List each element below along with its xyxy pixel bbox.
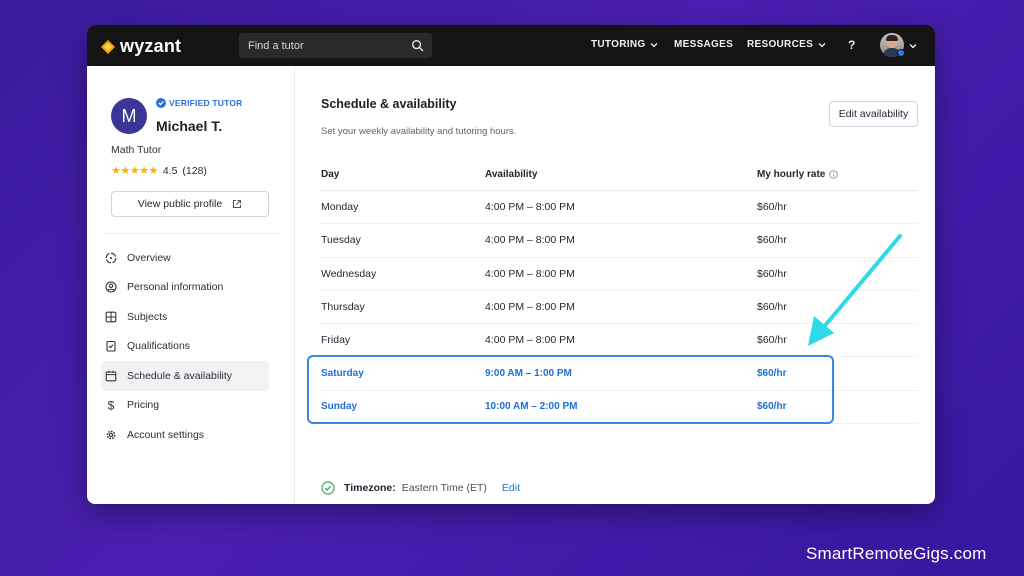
search-input[interactable] <box>248 39 398 52</box>
sidebar-item-label: Account settings <box>127 428 205 441</box>
timezone-edit-link[interactable]: Edit <box>502 482 520 494</box>
info-icon[interactable] <box>829 169 839 179</box>
row-rate: $60/hr <box>757 234 787 247</box>
row-availability: 4:00 PM – 8:00 PM <box>485 267 575 280</box>
overview-icon <box>105 252 117 264</box>
nav-messages[interactable]: MESSAGES <box>674 39 733 50</box>
sidebar-item-schedule-availability[interactable]: Schedule & availability <box>101 361 269 391</box>
nav-resources[interactable]: RESOURCES <box>747 39 826 50</box>
header-rate-label: My hourly rate <box>757 168 826 180</box>
nav-tutoring[interactable]: TUTORING <box>591 39 658 50</box>
row-rate: $60/hr <box>757 267 787 280</box>
sidebar-item-pricing[interactable]: $ Pricing <box>101 391 269 421</box>
svg-text:$: $ <box>108 399 115 411</box>
row-day: Saturday <box>321 368 364 380</box>
timezone-value: Eastern Time (ET) <box>401 482 487 494</box>
row-availability: 10:00 AM – 2:00 PM <box>485 401 578 413</box>
timezone-row: Timezone: Eastern Time (ET) Edit <box>321 481 520 495</box>
avatar-verified-badge <box>897 49 905 57</box>
logo-mark-icon <box>101 39 115 54</box>
sidebar-item-account-settings[interactable]: Account settings <box>101 420 269 450</box>
timezone-label: Timezone: <box>344 482 396 494</box>
row-rate: $60/hr <box>757 368 787 380</box>
row-day: Monday <box>321 201 359 214</box>
header-day: Day <box>321 168 340 180</box>
annotation-arrow-icon <box>808 234 902 346</box>
sidebar-item-qualifications[interactable]: Qualifications <box>101 332 269 362</box>
sidebar-item-subjects[interactable]: Subjects <box>101 302 269 332</box>
edit-availability-button[interactable]: Edit availability <box>829 101 918 127</box>
row-rate: $60/hr <box>757 401 787 413</box>
row-rate: $60/hr <box>757 301 787 314</box>
row-rate: $60/hr <box>757 334 787 347</box>
calendar-icon <box>105 370 117 382</box>
sidebar-item-label: Schedule & availability <box>127 369 233 382</box>
sidebar-divider <box>103 233 279 234</box>
sidebar: M VERIFIED TUTOR Michael T. Math Tutor ★… <box>87 66 295 504</box>
sidebar-item-label: Pricing <box>127 399 160 412</box>
logo-text: wyzant <box>120 36 182 56</box>
view-profile-label: View public profile <box>137 198 223 210</box>
subjects-icon <box>105 311 117 323</box>
profile-avatar: M <box>111 98 147 134</box>
table-row[interactable]: Monday 4:00 PM – 8:00 PM $60/hr <box>321 191 918 225</box>
tutor-name: Michael T. <box>156 118 223 134</box>
nav-messages-label: MESSAGES <box>674 39 734 50</box>
row-day: Wednesday <box>321 267 377 280</box>
sidebar-item-label: Qualifications <box>127 340 191 353</box>
page-title: Schedule & availability <box>321 97 457 111</box>
row-availability: 4:00 PM – 8:00 PM <box>485 301 575 314</box>
row-availability: 4:00 PM – 8:00 PM <box>485 234 575 247</box>
page-subtitle: Set your weekly availability and tutorin… <box>321 126 517 137</box>
row-day: Friday <box>321 334 351 347</box>
qualifications-icon <box>106 341 116 352</box>
search-bar[interactable] <box>239 33 432 58</box>
user-icon <box>105 281 117 293</box>
rating-score: 4.5 <box>162 164 178 177</box>
nav-tutoring-label: TUTORING <box>591 39 646 50</box>
row-day: Sunday <box>321 401 358 413</box>
row-availability: 9:00 AM – 1:00 PM <box>485 368 572 380</box>
nav-resources-label: RESOURCES <box>747 39 814 50</box>
verified-tutor-badge: VERIFIED TUTOR <box>156 98 242 108</box>
header-rate: My hourly rate <box>757 168 839 180</box>
help-button[interactable]: ? <box>848 38 855 52</box>
chevron-down-icon <box>650 42 658 47</box>
row-day: Tuesday <box>321 234 361 247</box>
wyzant-logo[interactable]: wyzant <box>100 36 181 57</box>
verified-check-icon <box>156 98 166 108</box>
row-availability: 4:00 PM – 8:00 PM <box>485 334 575 347</box>
tutor-role: Math Tutor <box>111 144 162 156</box>
header-availability: Availability <box>485 168 538 180</box>
view-public-profile-button[interactable]: View public profile <box>111 191 269 217</box>
row-rate: $60/hr <box>757 201 787 214</box>
table-row-highlighted[interactable]: Sunday 10:00 AM – 2:00 PM $60/hr <box>321 391 918 425</box>
row-availability: 4:00 PM – 8:00 PM <box>485 201 575 214</box>
sidebar-item-label: Subjects <box>127 310 168 323</box>
table-header: Day Availability My hourly rate <box>321 158 918 191</box>
sidebar-item-overview[interactable]: Overview <box>101 243 269 273</box>
watermark-text: SmartRemoteGigs.com <box>806 544 987 563</box>
row-day: Thursday <box>321 301 365 314</box>
star-rating-icon: ★★★★★ <box>111 165 158 177</box>
review-count: (128) <box>182 164 207 177</box>
sidebar-item-label: Overview <box>127 251 171 264</box>
rating: ★★★★★ 4.5 (128) <box>111 164 207 178</box>
top-navbar: wyzant TUTORING MESSAGES RESOURCES ? <box>87 25 935 66</box>
chevron-down-icon <box>818 42 826 47</box>
sidebar-item-label: Personal information <box>127 281 224 294</box>
dollar-icon: $ <box>108 399 115 411</box>
sidebar-nav: Overview Personal information Subjects Q… <box>101 243 269 450</box>
search-icon[interactable] <box>411 39 424 52</box>
chevron-down-icon[interactable] <box>909 42 917 50</box>
sidebar-item-personal-information[interactable]: Personal information <box>101 273 269 303</box>
check-circle-icon <box>321 481 335 495</box>
verified-label: VERIFIED TUTOR <box>169 98 243 108</box>
table-row-highlighted[interactable]: Saturday 9:00 AM – 1:00 PM $60/hr <box>321 357 918 391</box>
external-link-icon <box>233 200 242 208</box>
gear-icon <box>106 430 116 440</box>
